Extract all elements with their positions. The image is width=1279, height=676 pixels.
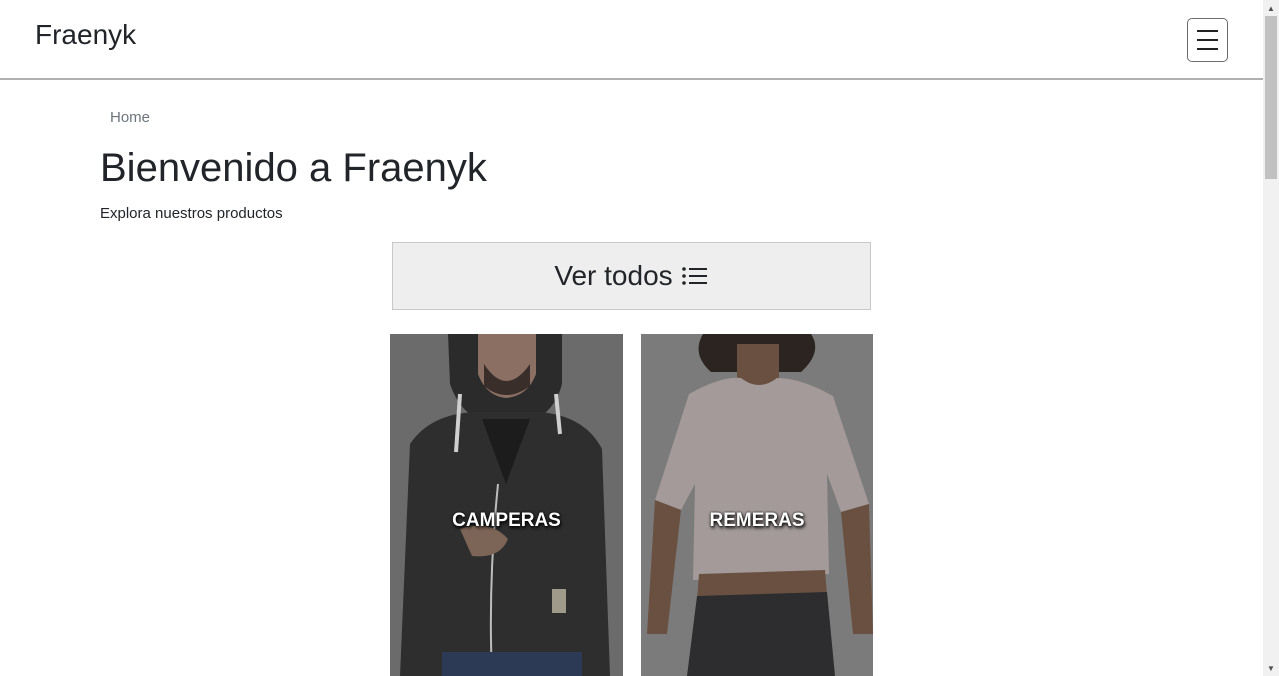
category-card-camperas[interactable]: CAMPERAS <box>390 334 623 676</box>
menu-toggle-button[interactable] <box>1187 18 1228 62</box>
brand-link[interactable]: Fraenyk <box>35 19 136 51</box>
scrollbar[interactable]: ▲ ▼ <box>1263 0 1279 676</box>
page-title: Bienvenido a Fraenyk <box>100 146 487 190</box>
scroll-up-arrow-icon[interactable]: ▲ <box>1263 2 1279 14</box>
breadcrumb-home[interactable]: Home <box>110 109 150 126</box>
scroll-down-arrow-icon[interactable]: ▼ <box>1263 662 1279 674</box>
list-icon <box>681 267 707 285</box>
page-subtitle: Explora nuestros productos <box>100 205 283 222</box>
category-card-remeras[interactable]: REMERAS <box>641 334 873 676</box>
scrollbar-thumb[interactable] <box>1265 16 1277 179</box>
view-all-button[interactable]: Ver todos <box>392 242 871 310</box>
hamburger-icon <box>1197 30 1218 32</box>
tshirt-product-image <box>641 334 873 676</box>
category-label-camperas: CAMPERAS <box>452 510 561 531</box>
view-all-label: Ver todos <box>554 260 673 291</box>
navbar: Fraenyk <box>0 0 1263 80</box>
category-label-remeras: REMERAS <box>709 510 805 531</box>
jacket-product-image <box>390 334 623 676</box>
